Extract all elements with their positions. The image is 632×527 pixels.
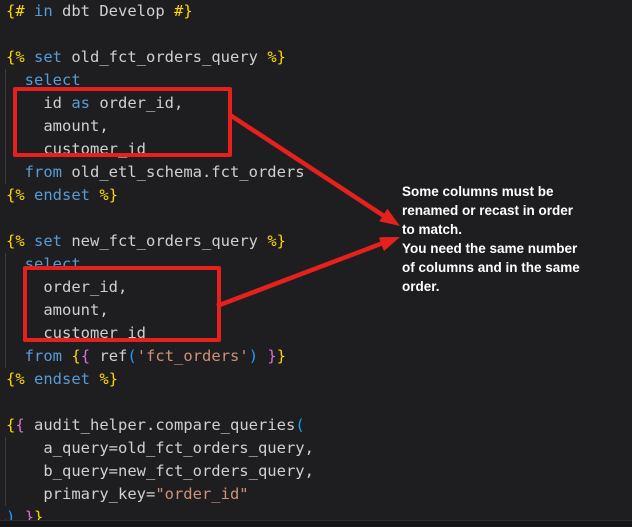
code-line[interactable]: customer_id (6, 138, 632, 161)
code-token: ref (90, 347, 127, 365)
code-token: dbt Develop (53, 2, 174, 20)
code-line[interactable]: {# in dbt Develop #} (6, 0, 632, 23)
code-token (62, 347, 71, 365)
code-token: in (34, 2, 53, 20)
annotation-line: You need the same number (402, 239, 592, 258)
code-token: audit_helper.compare_queries (25, 416, 296, 434)
code-token (25, 370, 34, 388)
code-token: b_query=new_fct_orders_query, (6, 462, 314, 480)
code-token: new_fct_orders_query (62, 232, 267, 250)
code-token: {% (6, 232, 25, 250)
code-token: { (71, 347, 80, 365)
code-line[interactable]: {% endset %} (6, 368, 632, 391)
code-token: {% (6, 370, 25, 388)
code-line[interactable]: b_query=new_fct_orders_query, (6, 460, 632, 483)
code-token: amount, (6, 117, 109, 135)
code-token: customer_id (6, 324, 146, 342)
code-token (6, 71, 25, 89)
code-token (25, 48, 34, 66)
annotation-line: to match. (402, 220, 592, 239)
code-token (6, 163, 25, 181)
code-token: select (25, 255, 81, 273)
code-line[interactable] (6, 23, 632, 46)
code-token: set (34, 48, 62, 66)
code-token: 'fct_orders' (137, 347, 249, 365)
code-token (90, 370, 99, 388)
code-token: { (6, 416, 15, 434)
code-token: old_fct_orders_query (62, 48, 267, 66)
code-token: ( (295, 416, 304, 434)
annotation-line: of columns and in the same (402, 258, 592, 277)
horizontal-scrollbar-track[interactable] (0, 520, 632, 527)
code-token (6, 347, 25, 365)
code-line[interactable]: amount, (6, 115, 632, 138)
annotation-note: Some columns must berenamed or recast in… (402, 182, 592, 296)
code-token: { (15, 416, 24, 434)
code-token: set (34, 232, 62, 250)
code-line[interactable]: a_query=old_fct_orders_query, (6, 437, 632, 460)
annotation-line: renamed or recast in order (402, 201, 592, 220)
code-token: from (25, 163, 62, 181)
code-token: %} (99, 370, 118, 388)
code-token: select (25, 71, 81, 89)
code-line[interactable]: id as order_id, (6, 92, 632, 115)
code-line[interactable] (6, 391, 632, 414)
code-token: old_etl_schema.fct_orders (62, 163, 305, 181)
code-line[interactable]: from {{ ref('fct_orders') }} (6, 345, 632, 368)
code-editor-screenshot: {# in dbt Develop #} {% set old_fct_order… (0, 0, 632, 527)
code-token (258, 347, 267, 365)
code-token: "order_id" (155, 485, 248, 503)
code-token: ) (249, 347, 258, 365)
code-line[interactable]: customer_id (6, 322, 632, 345)
annotation-line: order. (402, 277, 592, 296)
code-token: {% (6, 48, 25, 66)
code-line[interactable]: {% set old_fct_orders_query %} (6, 46, 632, 69)
code-token (25, 186, 34, 204)
code-line[interactable]: amount, (6, 299, 632, 322)
code-token: as (71, 94, 90, 112)
code-token: %} (267, 232, 286, 250)
code-line[interactable]: select (6, 69, 632, 92)
code-token: ( (127, 347, 136, 365)
code-token: primary_key= (6, 485, 155, 503)
indent-guide (5, 253, 6, 368)
code-line[interactable]: {{ audit_helper.compare_queries( (6, 414, 632, 437)
code-token: #} (174, 2, 193, 20)
code-token: a_query=old_fct_orders_query, (6, 439, 314, 457)
code-token (25, 232, 34, 250)
code-token: from (25, 347, 62, 365)
code-token (25, 2, 34, 20)
code-token: %} (99, 186, 118, 204)
code-token: } (277, 347, 286, 365)
code-token (6, 255, 25, 273)
code-token: %} (267, 48, 286, 66)
code-token: id (6, 94, 71, 112)
code-token: amount, (6, 301, 109, 319)
code-token: order_id, (6, 278, 127, 296)
code-line[interactable]: from old_etl_schema.fct_orders (6, 161, 632, 184)
code-token: order_id, (90, 94, 183, 112)
code-token: } (267, 347, 276, 365)
annotation-line: Some columns must be (402, 182, 592, 201)
code-token: customer_id (6, 140, 146, 158)
code-token: endset (34, 186, 90, 204)
indent-guide (5, 437, 6, 506)
code-token: endset (34, 370, 90, 388)
indent-guide (5, 69, 6, 184)
code-line[interactable]: primary_key="order_id" (6, 483, 632, 506)
code-token: {% (6, 186, 25, 204)
code-token (90, 186, 99, 204)
code-token: { (81, 347, 90, 365)
code-token: {# (6, 2, 25, 20)
